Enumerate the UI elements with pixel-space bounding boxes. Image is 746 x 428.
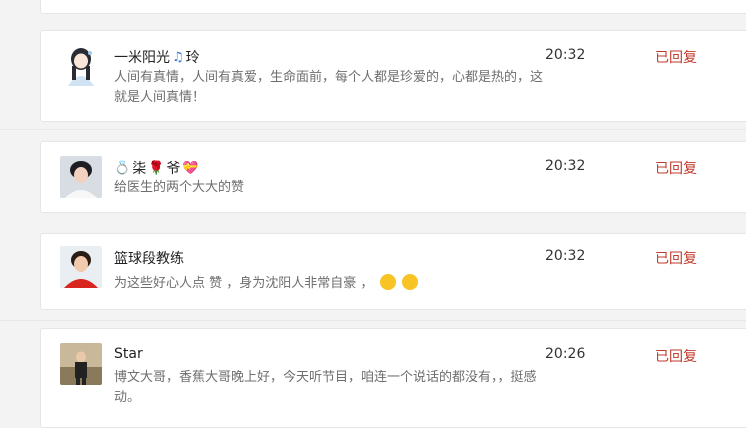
heart-gift-icon: 💝 [182,160,199,176]
replied-status[interactable]: 已回复 [655,47,697,67]
clapping-face-icon [401,274,418,290]
comment-card: 篮球段教练 20:32 已回复 为这些好心人点 赞 ，身为沈阳人非常自豪 ， [40,233,746,310]
divider [0,320,746,321]
commenter-name[interactable]: 篮球段教练 [114,248,184,268]
clapping-face-icon [379,274,396,290]
music-note-icon: ♫ [172,49,184,65]
commenter-name[interactable]: Star [114,346,143,362]
replied-status[interactable]: 已回复 [655,346,697,366]
rose-icon: 🌹 [148,160,165,176]
divider [0,129,746,130]
ring-icon: 💍 [114,160,131,176]
comment-text: 给医生的两个大大的赞 [114,180,245,195]
comment-card: 一米阳光 ♫ 玲 20:32 已回复 人间有真情，人间有真爱，生命面前，每个人都… [40,30,746,122]
avatar[interactable] [60,343,102,385]
comment-time: 20:26 [545,346,586,362]
replied-status[interactable]: 已回复 [655,248,697,268]
comment-time: 20:32 [545,158,586,174]
commenter-name[interactable]: 💍 柒 🌹 爷 💝 [114,158,199,178]
comment-text: 人间有真情，人间有真爱，生命面前，每个人都是珍爱的，心都是热的，这就是人间真情！ [114,70,544,105]
comment-card: 💍 柒 🌹 爷 💝 20:32 已回复 给医生的两个大大的赞 [40,141,746,213]
replied-status[interactable]: 已回复 [655,158,697,178]
comment-time: 20:32 [545,248,586,264]
avatar[interactable] [60,44,102,86]
comment-text: 为这些好心人点 赞 ，身为沈阳人非常自豪 ， [114,274,554,294]
avatar[interactable] [60,246,102,288]
comment-text: 博文大哥，香蕉大哥晚上好，今天听节目，咱连一个说话的都没有，，挺感动。 [114,370,537,405]
comment-time: 20:32 [545,47,586,63]
commenter-name[interactable]: 一米阳光 ♫ 玲 [114,47,200,67]
previous-comment-card [40,0,746,14]
comment-card: Star 20:26 已回复 博文大哥，香蕉大哥晚上好，今天听节目，咱连一个说话… [40,328,746,428]
avatar[interactable] [60,156,102,198]
